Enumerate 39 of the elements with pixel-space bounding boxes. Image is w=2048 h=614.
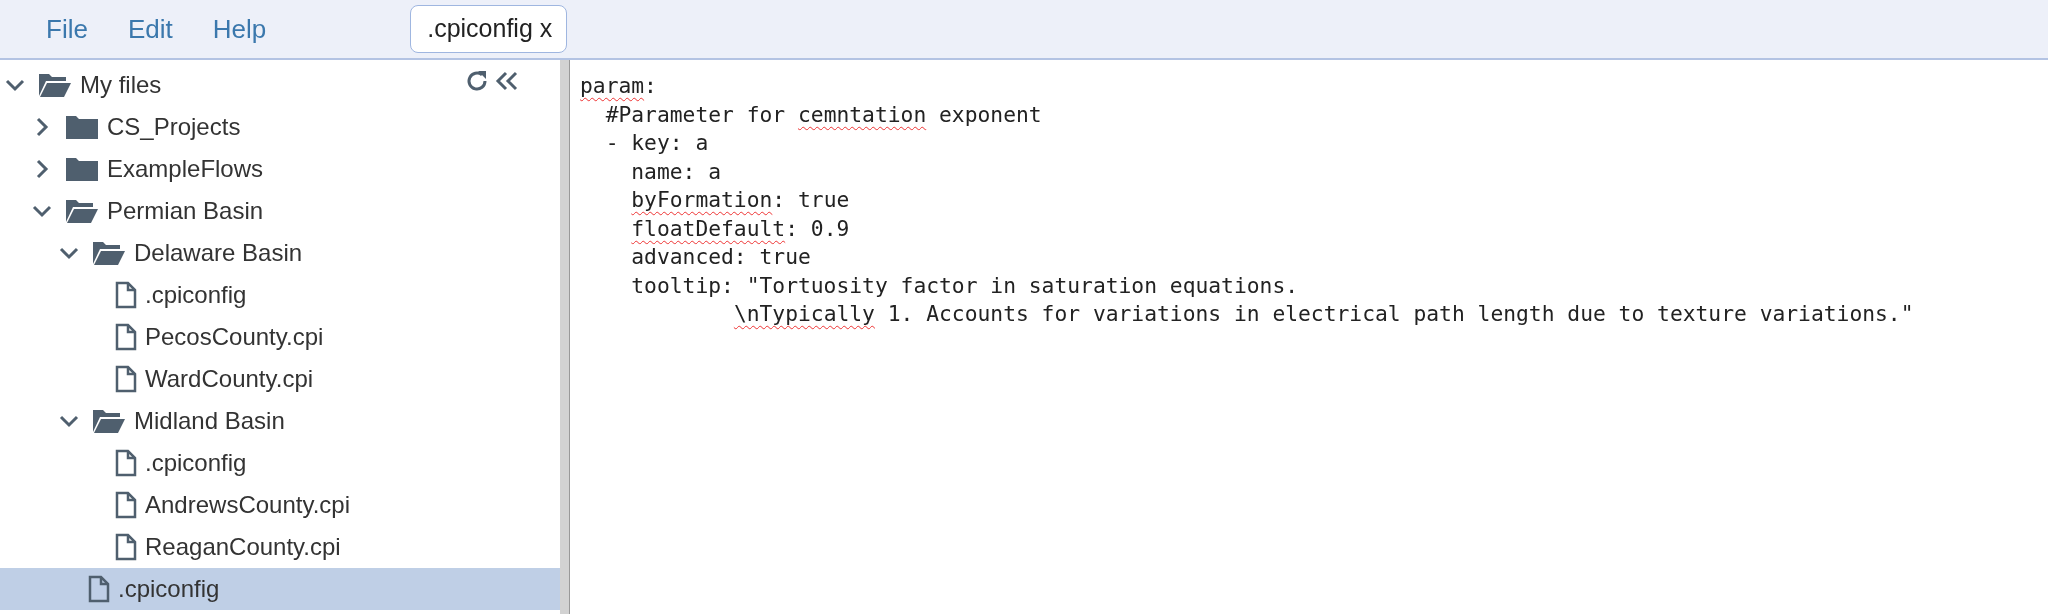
tree-item[interactable]: My files [0, 64, 560, 106]
code-line: #Parameter for cemntation exponent [604, 100, 1042, 129]
file-icon [115, 449, 137, 477]
code-line: \nTypically 1. Accounts for variations in electrical path length due to texture variations." [732, 300, 1914, 328]
editor-tab[interactable]: .cpiconfig x [410, 5, 568, 53]
code-line: tooltip: "Tortuosity factor in saturation equations. [630, 271, 1299, 300]
tree-item[interactable]: AndrewsCounty.cpi [0, 484, 560, 526]
code-line: name: a [630, 157, 722, 186]
open-folder-icon [38, 72, 72, 98]
folder-icon [65, 156, 99, 182]
tree-item[interactable]: WardCounty.cpi [0, 358, 560, 400]
tree-item[interactable]: .cpiconfig [0, 442, 560, 484]
code-line: floatDefault: 0.9 [630, 214, 850, 243]
open-folder-icon [65, 198, 99, 224]
file-icon [115, 533, 137, 561]
menu-item[interactable]: File [46, 13, 88, 45]
tree-item[interactable]: Midland Basin [0, 400, 560, 442]
code-line: param: [580, 72, 657, 100]
code-line: - key: a [604, 129, 709, 157]
tree-item[interactable]: Delaware Basin [0, 232, 560, 274]
code-line: advanced: true [630, 243, 811, 271]
tree-item[interactable]: Permian Basin [0, 190, 560, 232]
tree-item[interactable]: CS_Projects [0, 106, 560, 148]
tree-item[interactable]: .cpiconfig [0, 274, 560, 316]
folder-icon [65, 114, 99, 140]
tree-item[interactable]: .cpiconfig [0, 568, 560, 610]
tree-item[interactable]: PecosCounty.cpi [0, 316, 560, 358]
open-folder-icon [92, 408, 126, 434]
tree-item[interactable]: ExampleFlows [0, 148, 560, 190]
code-line: byFormation: true [630, 186, 850, 214]
file-icon [115, 491, 137, 519]
file-icon [115, 281, 137, 309]
file-icon [115, 365, 137, 393]
menu-item[interactable]: Edit [127, 13, 173, 45]
file-icon [115, 323, 137, 351]
open-folder-icon [92, 240, 126, 266]
file-icon [88, 575, 110, 603]
tree-item[interactable]: ReaganCounty.cpi [0, 526, 560, 568]
menu-item[interactable]: Help [212, 13, 267, 45]
